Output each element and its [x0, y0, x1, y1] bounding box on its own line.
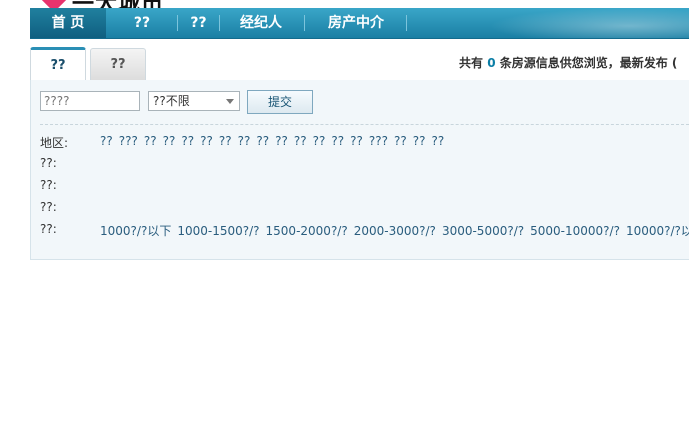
- filter-option[interactable]: ??: [163, 134, 176, 148]
- summary-suffix: 条房源信息供您浏览，最新发布 (: [499, 56, 678, 70]
- filter-option[interactable]: 2000-3000?/?: [354, 224, 436, 238]
- filter-option[interactable]: ??: [313, 134, 326, 148]
- divider: [40, 124, 689, 125]
- nav-divider: [406, 15, 407, 31]
- filter-option[interactable]: 1000?/?以下: [100, 224, 171, 238]
- filter-option[interactable]: ??: [413, 134, 426, 148]
- filter-option[interactable]: ??: [144, 134, 157, 148]
- nav-item-agents[interactable]: 经纪人: [221, 8, 301, 38]
- filter-option[interactable]: ??: [275, 134, 288, 148]
- filter-option[interactable]: ??: [181, 134, 194, 148]
- main-nav: 首 页 ?? ?? 经纪人 房产中介: [30, 8, 689, 39]
- tab-2[interactable]: ??: [90, 48, 146, 81]
- submit-button[interactable]: 提交: [247, 90, 313, 114]
- filter-option[interactable]: ??: [394, 134, 407, 148]
- filter-option[interactable]: ??: [100, 134, 113, 148]
- filter-option[interactable]: 1500-2000?/?: [266, 224, 348, 238]
- filter-option[interactable]: ??: [294, 134, 307, 148]
- filter-label-4: ??:: [40, 200, 57, 214]
- filter-label-region: 地区:: [40, 136, 69, 150]
- logo-text: 一大城市: [72, 0, 164, 8]
- summary-prefix: 共有: [459, 56, 484, 70]
- nav-divider: [219, 15, 220, 31]
- logo-mark-icon: [39, 0, 69, 8]
- filter-option[interactable]: 10000?/?以上: [626, 224, 689, 238]
- filter-option[interactable]: 1000-1500?/?: [177, 224, 259, 238]
- site-logo[interactable]: 一大城市: [0, 0, 689, 8]
- filter-values-region: ??????????????????????????????????????: [100, 134, 450, 148]
- filter-values-price: 1000?/?以下 1000-1500?/? 1500-2000?/? 2000-30…: [100, 222, 689, 239]
- tab-1[interactable]: ??: [30, 47, 86, 84]
- nav-item-2[interactable]: ??: [108, 8, 176, 38]
- nav-decoration: [489, 8, 689, 38]
- filter-option[interactable]: ??: [331, 134, 344, 148]
- filter-label-2: ??:: [40, 156, 57, 170]
- listing-summary: 共有 0 条房源信息供您浏览，最新发布 (: [459, 54, 677, 71]
- filter-option[interactable]: ??: [431, 134, 444, 148]
- nav-divider: [304, 15, 305, 31]
- type-select[interactable]: ??不限: [148, 91, 240, 111]
- filter-option[interactable]: ???: [369, 134, 388, 148]
- filter-option[interactable]: ??: [238, 134, 251, 148]
- listing-count: 0: [487, 56, 496, 70]
- filter-label-price: ??:: [40, 222, 57, 236]
- type-select-value: ??不限: [153, 94, 190, 108]
- filter-option[interactable]: ???: [119, 134, 138, 148]
- nav-item-agencies[interactable]: 房产中介: [306, 8, 406, 38]
- filter-option[interactable]: ??: [200, 134, 213, 148]
- filter-option[interactable]: ??: [219, 134, 232, 148]
- search-input[interactable]: [40, 91, 140, 111]
- filter-option[interactable]: ??: [256, 134, 269, 148]
- nav-item-3[interactable]: ??: [178, 8, 219, 38]
- filter-option[interactable]: ??: [350, 134, 363, 148]
- filter-option[interactable]: 3000-5000?/?: [442, 224, 524, 238]
- nav-item-home[interactable]: 首 页: [30, 8, 106, 38]
- chevron-down-icon: [226, 99, 234, 104]
- filter-option[interactable]: 5000-10000?/?: [530, 224, 620, 238]
- filter-label-3: ??:: [40, 178, 57, 192]
